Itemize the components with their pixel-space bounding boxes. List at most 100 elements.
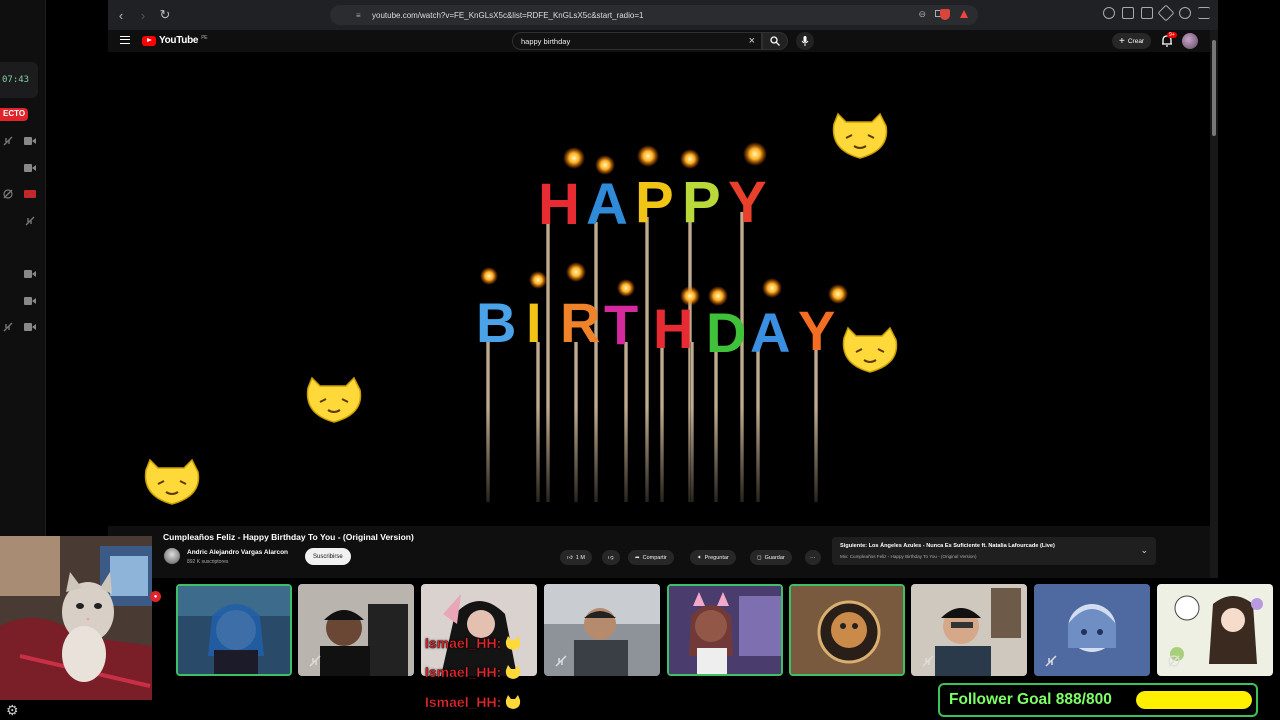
- share-button[interactable]: ➦ Compartir: [628, 550, 674, 565]
- save-button[interactable]: ◻ Guardar: [750, 550, 792, 565]
- streamer-webcam: [0, 536, 152, 700]
- browser-toolbar: ‹ › ↻ ≡ youtube.com/watch?v=FE_KnGLsX5c&…: [108, 0, 1218, 30]
- clear-search-icon[interactable]: ×: [749, 35, 755, 47]
- sidebar-icon[interactable]: [1122, 7, 1134, 19]
- participant-avatar: [791, 586, 903, 674]
- site-info-icon[interactable]: ≡: [356, 11, 361, 20]
- voice-user-row[interactable]: [2, 134, 36, 148]
- page-scrollbar[interactable]: [1210, 30, 1218, 578]
- thumbs-up-icon: 👍︎: [567, 554, 573, 561]
- zoom-icon[interactable]: ⊖: [918, 9, 926, 20]
- search-button[interactable]: [762, 32, 788, 50]
- music-icon[interactable]: [1103, 7, 1115, 19]
- chat-message: Ismael_HH:: [425, 664, 522, 680]
- voice-user-row[interactable]: [2, 320, 36, 334]
- voice-user-row[interactable]: [2, 161, 36, 175]
- camera-icon: [24, 270, 36, 278]
- camera-icon: [24, 164, 36, 172]
- participant-tile[interactable]: [911, 584, 1027, 676]
- sparkle-icon: ✦: [697, 554, 702, 561]
- settings-gear-icon[interactable]: ⚙: [6, 702, 19, 719]
- participant-tile[interactable]: [1157, 584, 1273, 676]
- brave-shield-icon[interactable]: [940, 9, 950, 20]
- hamburger-menu-icon[interactable]: [120, 36, 130, 44]
- youtube-header: YouTube PE happy birthday × + Crear 9+: [108, 30, 1218, 52]
- vpn-icon[interactable]: [1179, 7, 1191, 19]
- participant-tile[interactable]: [421, 584, 537, 676]
- cat-emote-icon: [506, 695, 521, 709]
- participant-tile[interactable]: [176, 584, 292, 676]
- voice-user-row[interactable]: [2, 214, 36, 228]
- save-label: Guardar: [764, 554, 785, 561]
- back-button[interactable]: ‹: [112, 6, 130, 24]
- voice-user-row[interactable]: [2, 187, 36, 201]
- webcam-kitten-image: [0, 536, 152, 700]
- notification-count-badge: 9+: [1167, 32, 1177, 38]
- voice-search-button[interactable]: [796, 32, 814, 50]
- wallet-icon[interactable]: [1141, 7, 1153, 19]
- account-avatar[interactable]: [1182, 33, 1198, 49]
- participant-tile[interactable]: [667, 584, 783, 676]
- channel-name[interactable]: Andric Alejandro Vargas Alarcon: [187, 549, 288, 556]
- stream-clock: 07:43: [0, 62, 38, 98]
- up-next-panel[interactable]: Siguiente: Los Ángeles Azules - Nunca Es…: [832, 537, 1156, 565]
- like-button[interactable]: 👍︎ 1 M: [560, 550, 592, 565]
- up-next-title: Siguiente: Los Ángeles Azules - Nunca Es…: [840, 543, 1055, 549]
- mute-icon: [1045, 655, 1057, 667]
- cat-emote-icon: [506, 665, 521, 679]
- subscribe-button[interactable]: Suscribirse: [305, 548, 351, 565]
- like-count: 1 M: [575, 554, 585, 561]
- live-badge: ECTO: [0, 108, 29, 121]
- search-icon: [770, 36, 780, 46]
- participant-video: [421, 584, 537, 676]
- record-indicator-icon: ●: [150, 591, 161, 602]
- browser-window: ‹ › ↻ ≡ youtube.com/watch?v=FE_KnGLsX5c&…: [108, 0, 1218, 578]
- forward-button[interactable]: ›: [134, 6, 152, 24]
- mute-icon: [922, 655, 934, 667]
- chevron-down-icon[interactable]: ⌄: [1140, 545, 1148, 556]
- follower-goal-label: Follower Goal 888/800: [949, 691, 1112, 708]
- extensions-icon[interactable]: [1157, 4, 1175, 22]
- live-icon: [24, 190, 36, 198]
- search-input[interactable]: happy birthday ×: [512, 32, 762, 50]
- menu-icon[interactable]: [1198, 7, 1210, 19]
- mute-icon: [3, 136, 13, 146]
- scroll-thumb[interactable]: [1212, 40, 1216, 136]
- search-value: happy birthday: [521, 36, 571, 46]
- mute-icon: [309, 655, 321, 667]
- participant-tile[interactable]: [789, 584, 905, 676]
- youtube-country-code: PE: [201, 34, 208, 41]
- dislike-button[interactable]: 👎︎: [602, 550, 620, 565]
- follower-goal-progress-bar: [1136, 691, 1252, 709]
- participant-tile[interactable]: [1034, 584, 1150, 676]
- up-next-subtitle: Mix: Cumpleaños Feliz - Happy Birthday T…: [840, 554, 977, 559]
- youtube-logo[interactable]: YouTube PE: [142, 34, 208, 46]
- participant-tile[interactable]: [298, 584, 414, 676]
- channel-subscriber-count: 892 K suscriptores: [187, 559, 229, 565]
- more-actions-button[interactable]: ···: [805, 550, 821, 565]
- cat-emote-icon: [506, 636, 521, 650]
- chat-username: Ismael_HH:: [425, 664, 502, 680]
- address-bar[interactable]: ≡ youtube.com/watch?v=FE_KnGLsX5c&list=R…: [330, 5, 978, 25]
- share-icon: ➦: [635, 554, 640, 561]
- video-player[interactable]: H A P P Y: [108, 52, 1210, 526]
- chat-message: Ismael_HH:: [425, 694, 522, 710]
- follower-goal-progress-fill: [1136, 691, 1252, 709]
- brave-rewards-icon[interactable]: [960, 10, 968, 18]
- ask-label: Preguntar: [704, 554, 729, 561]
- voice-user-row[interactable]: [2, 267, 36, 281]
- ask-button[interactable]: ✦ Preguntar: [690, 550, 736, 565]
- channel-avatar[interactable]: [164, 548, 180, 564]
- reload-button[interactable]: ↻: [156, 6, 174, 24]
- chat-username: Ismael_HH:: [425, 635, 502, 651]
- create-label: Crear: [1127, 37, 1145, 45]
- share-label: Compartir: [642, 554, 667, 561]
- youtube-logo-text: YouTube: [159, 35, 199, 46]
- create-button[interactable]: + Crear: [1112, 33, 1152, 49]
- microphone-icon: [801, 36, 809, 46]
- voice-user-row[interactable]: [2, 294, 36, 308]
- participant-tile[interactable]: [544, 584, 660, 676]
- camera-icon: [24, 323, 36, 331]
- youtube-play-icon: [142, 35, 156, 46]
- thumbs-down-icon: 👎︎: [608, 554, 614, 561]
